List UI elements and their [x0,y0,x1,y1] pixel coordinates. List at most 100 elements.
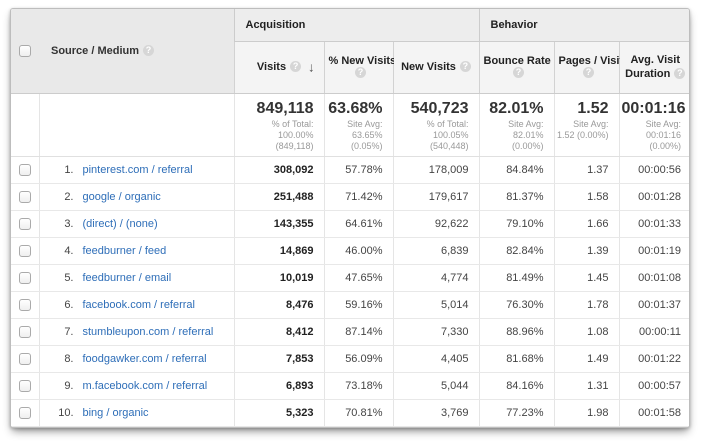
row-checkbox[interactable] [19,272,31,284]
column-header-pages-visit[interactable]: Pages / Visit ? [554,41,619,93]
pct-new-visits-cell: 59.16% [324,291,393,318]
source-medium-cell: 5.feedburner / email [39,264,234,291]
row-checkbox[interactable] [19,218,31,230]
source-medium-link[interactable]: foodgawker.com / referral [83,353,207,365]
row-checkbox[interactable] [19,407,31,419]
summary-bounce-rate-value: 82.01% [482,99,544,118]
bounce-rate-cell: 79.10% [479,210,554,237]
row-checkbox[interactable] [19,326,31,338]
source-medium-cell: 2.google / organic [39,183,234,210]
pct-new-visits-cell: 73.18% [324,372,393,399]
pages-visit-header-label: Pages / Visit [559,55,615,67]
new-visits-cell: 178,009 [393,156,479,183]
column-header-pct-new-visits[interactable]: % New Visits ? [324,41,393,93]
avg-visit-duration-cell: 00:01:22 [619,345,690,372]
help-icon[interactable]: ? [460,61,471,72]
help-icon[interactable]: ? [290,61,301,72]
row-checkbox-cell [11,318,39,345]
table-row: 8.foodgawker.com / referral 7,853 56.09%… [11,345,690,372]
visits-cell: 308,092 [234,156,324,183]
table-row: 1.pinterest.com / referral 308,092 57.78… [11,156,690,183]
table-body: 849,118 % of Total:100.00%(849,118) 63.6… [11,93,690,426]
visits-cell: 8,412 [234,318,324,345]
new-visits-cell: 5,014 [393,291,479,318]
column-header-bounce-rate[interactable]: Bounce Rate ? [479,41,554,93]
column-header-avg-visit-duration[interactable]: Avg. Visit Duration? [619,41,690,93]
summary-visits: 849,118 % of Total:100.00%(849,118) [234,93,324,156]
summary-bounce-rate-subtext: Site Avg:82.01%(0.00%) [482,119,544,152]
pct-new-visits-header-label: % New Visits [329,55,389,67]
source-medium-link[interactable]: m.facebook.com / referral [83,380,208,392]
new-visits-cell: 6,839 [393,237,479,264]
source-medium-link[interactable]: bing / organic [83,407,149,419]
pct-new-visits-cell: 46.00% [324,237,393,264]
source-medium-link[interactable]: google / organic [83,191,161,203]
new-visits-cell: 92,622 [393,210,479,237]
row-checkbox[interactable] [19,164,31,176]
source-medium-link[interactable]: (direct) / (none) [83,218,158,230]
visits-cell: 8,476 [234,291,324,318]
visits-cell: 10,019 [234,264,324,291]
help-icon[interactable]: ? [355,67,366,78]
row-checkbox-cell [11,183,39,210]
help-icon[interactable]: ? [583,67,594,78]
visits-header-label: Visits [257,61,286,73]
visits-cell: 251,488 [234,183,324,210]
visits-cell: 5,323 [234,399,324,426]
help-icon[interactable]: ? [674,68,685,79]
summary-pages-visit-value: 1.52 [557,99,609,118]
source-medium-link[interactable]: feedburner / feed [83,245,167,257]
pct-new-visits-cell: 71.42% [324,183,393,210]
source-medium-cell: 8.foodgawker.com / referral [39,345,234,372]
source-medium-link[interactable]: feedburner / email [83,272,172,284]
row-rank: 9. [52,380,74,392]
summary-new-visits-value: 540,723 [396,99,469,118]
pages-visit-cell: 1.78 [554,291,619,318]
avg-visit-duration-cell: 00:01:28 [619,183,690,210]
source-medium-cell: 10.bing / organic [39,399,234,426]
group-header-acquisition: Acquisition [234,9,479,41]
bounce-rate-cell: 88.96% [479,318,554,345]
source-medium-link[interactable]: stumbleupon.com / referral [83,326,214,338]
column-header-visits[interactable]: Visits? ↓ [234,41,324,93]
summary-row: 849,118 % of Total:100.00%(849,118) 63.6… [11,93,690,156]
new-visits-cell: 3,769 [393,399,479,426]
row-rank: 3. [52,218,74,230]
column-header-new-visits[interactable]: New Visits? [393,41,479,93]
pages-visit-cell: 1.66 [554,210,619,237]
source-medium-cell: 7. stumbleupon.com / referral [39,318,234,345]
row-checkbox-cell [11,372,39,399]
summary-pages-visit: 1.52 Site Avg:1.52 (0.00%) [554,93,619,156]
visits-cell: 6,893 [234,372,324,399]
new-visits-cell: 7,330 [393,318,479,345]
row-checkbox-cell [11,264,39,291]
summary-new-visits-subtext: % of Total:100.05%(540,448) [396,119,469,152]
bounce-rate-cell: 84.84% [479,156,554,183]
help-icon[interactable]: ? [513,67,524,78]
column-header-source-medium[interactable]: Source / Medium? [39,9,234,93]
table-row: 10.bing / organic 5,323 70.81% 3,769 77.… [11,399,690,426]
row-checkbox[interactable] [19,353,31,365]
pages-visit-cell: 1.49 [554,345,619,372]
row-rank: 1. [52,164,74,176]
source-medium-link[interactable]: facebook.com / referral [83,299,196,311]
select-all-cell [11,9,39,93]
table-row: 6.facebook.com / referral 8,476 59.16% 5… [11,291,690,318]
row-checkbox[interactable] [19,299,31,311]
visits-cell: 143,355 [234,210,324,237]
row-rank: 7. [52,326,74,338]
summary-avg-visit-duration-value: 00:01:16 [622,99,682,118]
summary-new-visits: 540,723 % of Total:100.05%(540,448) [393,93,479,156]
bounce-rate-cell: 81.37% [479,183,554,210]
pages-visit-cell: 1.37 [554,156,619,183]
row-checkbox[interactable] [19,191,31,203]
help-icon[interactable]: ? [143,45,154,56]
select-all-checkbox[interactable] [19,45,31,57]
sort-descending-icon[interactable]: ↓ [308,60,315,75]
source-medium-link[interactable]: pinterest.com / referral [83,164,193,176]
pct-new-visits-cell: 64.61% [324,210,393,237]
bounce-rate-cell: 84.16% [479,372,554,399]
row-checkbox[interactable] [19,245,31,257]
bounce-rate-cell: 81.49% [479,264,554,291]
row-checkbox[interactable] [19,380,31,392]
